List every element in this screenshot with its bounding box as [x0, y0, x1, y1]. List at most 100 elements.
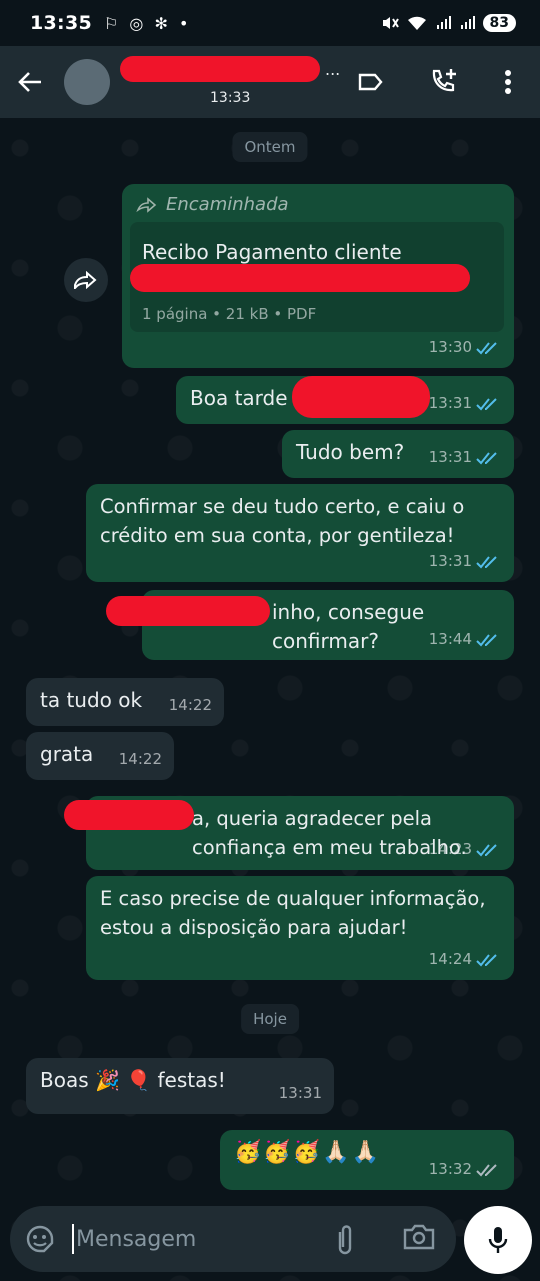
message-outgoing[interactable]: Confirmar se deu tudo certo, e caiu o cr…	[86, 484, 514, 582]
redaction-mark	[292, 376, 430, 418]
read-ticks-icon	[476, 397, 497, 410]
message-meta: 14:23	[429, 835, 502, 864]
contact-info[interactable]: ... 13:33	[120, 52, 350, 112]
delivered-ticks-icon	[476, 1163, 497, 1176]
camera-icon	[403, 1224, 435, 1250]
forward-button[interactable]	[64, 258, 108, 302]
forwarded-icon	[136, 196, 157, 213]
read-ticks-icon	[476, 843, 497, 856]
message-meta: 13:30	[429, 333, 502, 362]
message-time: 14:22	[168, 696, 212, 714]
battery-level: 83	[482, 14, 516, 32]
message-meta: 13:32	[429, 1155, 502, 1184]
message-forwarded-document[interactable]: Encaminhada Recibo Pagamento cliente 1 p…	[122, 184, 514, 368]
message-outgoing[interactable]: E caso precise de qualquer informação, e…	[86, 876, 514, 980]
message-incoming[interactable]: ta tudo ok 14:22	[26, 678, 224, 726]
message-incoming[interactable]: Boas 🎉 🎈 festas! 13:31	[26, 1058, 334, 1114]
read-ticks-icon	[476, 633, 497, 646]
contact-avatar[interactable]	[64, 59, 110, 105]
redaction-mark	[64, 800, 194, 830]
signal-icon	[436, 16, 451, 29]
message-outgoing[interactable]: inho, consegue confirmar? 13:44	[106, 590, 514, 660]
add-call-icon	[432, 69, 456, 92]
date-chip-today: Hoje	[241, 1004, 299, 1034]
message-time: 13:32	[428, 1160, 472, 1178]
chat-header: ... 13:33	[0, 46, 540, 118]
message-meta: 13:31	[429, 547, 502, 576]
back-arrow-icon	[18, 72, 41, 92]
date-chip-yesterday: Ontem	[232, 132, 308, 162]
message-time: 13:30	[428, 338, 472, 356]
message-text: grata	[40, 742, 94, 766]
back-button[interactable]	[0, 46, 60, 118]
last-seen: 13:33	[210, 90, 251, 106]
notification-icons: ⚐ ◎ ✻ •	[103, 13, 192, 33]
read-ticks-icon	[476, 341, 497, 354]
message-time: 14:22	[118, 750, 162, 768]
label-icon	[358, 73, 383, 91]
message-outgoing[interactable]: Boa tarde 13:31	[176, 376, 514, 424]
message-text: Tudo bem?	[296, 440, 405, 464]
message-meta: 13:31	[429, 389, 502, 418]
attach-icon	[338, 1225, 352, 1255]
message-time: 14:23	[428, 840, 472, 858]
message-meta: 13:31	[279, 1079, 322, 1108]
label-button[interactable]	[346, 46, 394, 118]
message-meta: 14:22	[169, 691, 212, 720]
read-ticks-icon	[476, 451, 497, 464]
camera-button[interactable]	[402, 1222, 436, 1256]
status-time: 13:35	[30, 12, 92, 34]
message-time: 13:31	[278, 1084, 322, 1102]
message-time: 13:31	[428, 448, 472, 466]
message-time: 14:24	[428, 950, 472, 968]
document-card[interactable]: Recibo Pagamento cliente 1 página • 21 k…	[130, 222, 504, 332]
message-time: 13:31	[428, 552, 472, 570]
message-text: E caso precise de qualquer informação, e…	[100, 887, 486, 939]
message-composer	[10, 1206, 456, 1272]
contact-name-tail: ...	[325, 60, 341, 79]
status-bar: 13:35 ⚐ ◎ ✻ • 83	[0, 0, 540, 46]
message-text: 🥳🥳🥳🙏🏻🙏🏻	[234, 1140, 381, 1165]
message-time: 13:31	[428, 394, 472, 412]
message-list[interactable]: Ontem Encaminhada Recibo Pagamento clien…	[0, 118, 540, 1281]
message-meta: 13:44	[429, 625, 502, 654]
message-incoming[interactable]: grata 14:22	[26, 732, 174, 780]
document-title: Recibo Pagamento cliente	[142, 240, 402, 264]
forwarded-text: Encaminhada	[166, 194, 289, 215]
sticker-button[interactable]	[24, 1223, 56, 1259]
redaction-mark	[106, 596, 270, 626]
sticker-icon	[26, 1225, 54, 1253]
mute-icon	[382, 17, 399, 29]
contact-name-redacted	[120, 56, 320, 82]
message-outgoing[interactable]: a, queria agradecer pela confiança em me…	[64, 796, 514, 870]
forwarded-label: Encaminhada	[136, 190, 289, 219]
read-ticks-icon	[476, 953, 497, 966]
voice-message-button[interactable]	[464, 1206, 532, 1274]
wifi-icon	[407, 16, 426, 30]
message-text: Boa tarde	[190, 386, 288, 410]
message-meta: 14:22	[119, 745, 162, 774]
message-text: Confirmar se deu tudo certo, e caiu o cr…	[100, 495, 465, 547]
message-text: Boas 🎉 🎈 festas!	[40, 1068, 226, 1092]
text-caret	[72, 1224, 74, 1254]
more-vert-icon	[505, 70, 511, 94]
more-options-button[interactable]	[484, 46, 532, 118]
message-meta: 13:31	[429, 443, 502, 472]
mic-icon	[488, 1227, 508, 1253]
signal-icon-2	[460, 16, 475, 29]
document-info: 1 página • 21 kB • PDF	[142, 305, 317, 323]
message-outgoing[interactable]: 🥳🥳🥳🙏🏻🙏🏻 13:32	[220, 1130, 514, 1190]
status-right: 83	[381, 14, 516, 32]
read-ticks-icon	[476, 555, 497, 568]
message-outgoing[interactable]: Tudo bem? 13:31	[282, 430, 514, 478]
message-time: 13:44	[428, 630, 472, 648]
message-text: a, queria agradecer pela confiança em me…	[192, 807, 467, 859]
add-call-button[interactable]	[420, 46, 468, 118]
message-text: ta tudo ok	[40, 688, 143, 712]
message-text: inho, consegue confirmar?	[272, 600, 425, 653]
redaction-mark	[130, 264, 470, 292]
message-meta: 14:24	[429, 945, 502, 974]
attach-button[interactable]	[332, 1222, 358, 1260]
message-input[interactable]	[76, 1220, 316, 1258]
forward-icon	[74, 271, 97, 289]
